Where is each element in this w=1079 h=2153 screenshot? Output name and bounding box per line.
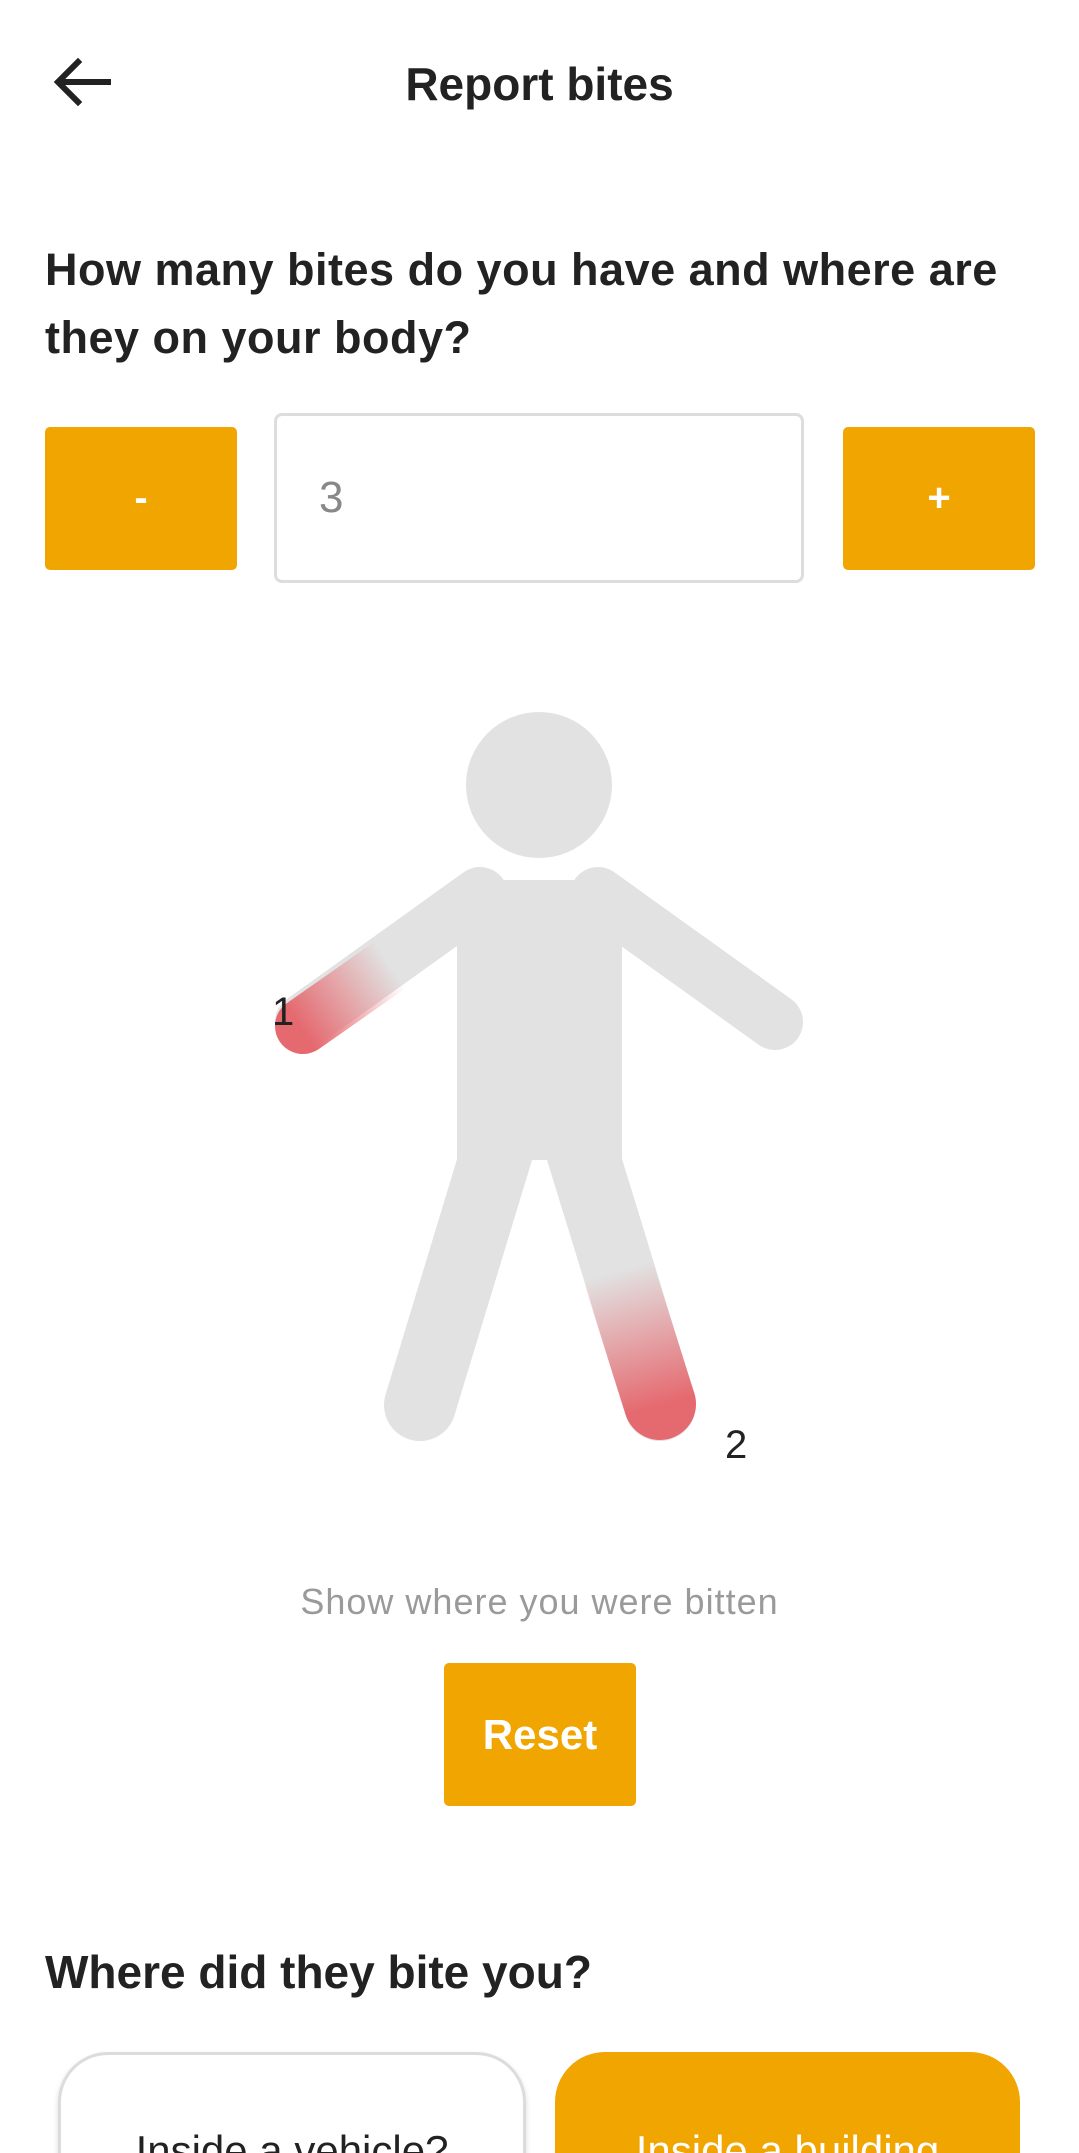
option-inside-vehicle[interactable]: Inside a vehicle? [58, 2052, 526, 2153]
bite-count-input[interactable] [274, 413, 804, 583]
body-map[interactable]: 1 2 [0, 680, 1079, 1500]
body-figure [275, 712, 803, 1441]
location-question: Where did they bite you? [45, 1946, 592, 1998]
app-header: Report bites [0, 0, 1079, 170]
body-map-hint: Show where you were bitten [300, 1581, 779, 1622]
option-inside-building[interactable]: Inside a building [555, 2052, 1020, 2153]
bite-highlight-leg [580, 1229, 696, 1440]
page-title: Report bites [405, 58, 674, 110]
bite-count-question: How many bites do you have and where are… [45, 244, 998, 363]
decrement-button[interactable]: - [45, 427, 237, 570]
figure-head [466, 712, 612, 858]
bite-highlight-arm [275, 937, 418, 1054]
bite-marker-2: 2 [725, 1423, 747, 1467]
reset-button[interactable]: Reset [444, 1663, 636, 1806]
increment-button[interactable]: + [843, 427, 1035, 570]
bite-marker-1: 1 [272, 990, 294, 1034]
